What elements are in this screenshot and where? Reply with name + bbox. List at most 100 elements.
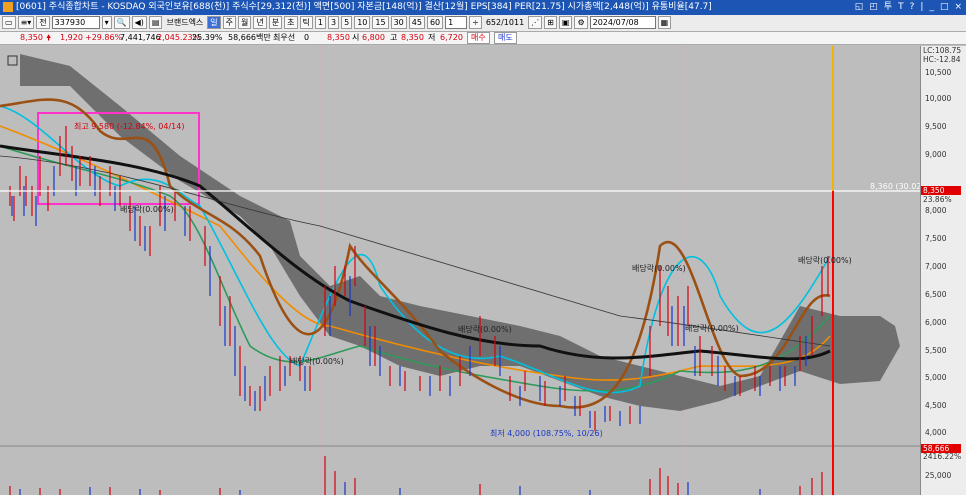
close-icon[interactable]: × [954, 2, 962, 12]
axis-tick: 8,000 [925, 206, 947, 215]
high-annotation: 최고 9,580 (-12.84%, 04/14) [74, 122, 185, 131]
current-percent-tag: 23.86% [923, 195, 952, 204]
high-price: 8,350 [401, 33, 424, 42]
axis-tick: 7,500 [925, 234, 947, 243]
text-icon[interactable]: T [898, 2, 904, 12]
open-label: 시 [352, 33, 360, 42]
axis-tick: 10,000 [925, 94, 952, 103]
window-controls: ◱ ◰ 투 T? | _ □ × [849, 0, 962, 15]
window-title: [0601] 주식종합차트 - KOSDAQ 외국인보유[688(천)] 주식수… [16, 2, 712, 12]
count-input[interactable]: 1 [445, 16, 468, 29]
interval-button-30[interactable]: 30 [390, 16, 407, 29]
volume-percent-tag: 2416.22% [923, 452, 962, 461]
change-percent: +29.86% [85, 33, 123, 42]
volume-axis-tick: 25,000 [925, 471, 952, 480]
hc-label: HC:-12.84 [923, 55, 961, 64]
quote-bar: 8,350 🠝 1,920 +29.86% 7,441,746 2,045.23… [0, 32, 966, 45]
dividend-label-3: 배당락(0.00%) [685, 324, 739, 333]
chart-area[interactable]: 최고 9,580 (-12.84%, 04/14) 최저 4,000 (108.… [0, 46, 932, 495]
price-chart-svg[interactable] [0, 46, 920, 495]
chart-toolbar: ▭ ≡▾ 전 337930 ▾ 🔍 ◀) ▤ 브랜드엑스 일 주 월 년 분 초 틱 1 3 5 10 15 30 45 60… [0, 15, 966, 32]
axis-tick: 5,000 [925, 373, 947, 382]
calendar-icon[interactable]: ▦ [657, 16, 672, 29]
interval-button-10[interactable]: 10 [354, 16, 371, 29]
dividend-label-6: 배당락(0.00%) [120, 205, 174, 214]
interval-button-5[interactable]: 5 [341, 16, 353, 29]
period-button-second[interactable]: 초 [284, 16, 298, 29]
up-arrow-icon: 🠝 [46, 33, 52, 42]
interval-button-15[interactable]: 15 [372, 16, 389, 29]
interval-button-45[interactable]: 45 [408, 16, 425, 29]
buy-button[interactable]: 매수 [467, 32, 490, 44]
lc-label: LC:108.75 [923, 46, 962, 55]
open-price: 6,800 [362, 33, 385, 42]
chart-corner-icon [7, 55, 18, 66]
minimize-icon[interactable]: _ [929, 2, 934, 12]
volume-down [19, 482, 761, 495]
axis-tick: 9,000 [925, 150, 947, 159]
interval-button-60[interactable]: 60 [426, 16, 444, 29]
price-change: 1,920 [60, 33, 83, 42]
dividend-label-1: 배당락(0.00%) [632, 264, 686, 273]
search-icon[interactable]: 🔍 [113, 16, 130, 29]
volume-bars [9, 456, 823, 495]
app-icon [3, 2, 13, 12]
dropdown-icon[interactable]: ▾ [101, 16, 112, 29]
dividend-label-5: 배당락(0.00%) [290, 357, 344, 366]
axis-tick: 6,000 [925, 318, 947, 327]
current-price-tag: 8,350 [921, 186, 961, 195]
axis-tick: 7,000 [925, 262, 947, 271]
high-label: 고 [390, 33, 398, 42]
axis-tick: 6,500 [925, 290, 947, 299]
window-titlebar: [0601] 주식종합차트 - KOSDAQ 외국인보유[688(천)] 주식수… [0, 0, 966, 15]
chart-icon[interactable]: ⋰ [528, 16, 543, 29]
sell-button[interactable]: 매도 [494, 32, 517, 44]
stock-code-input[interactable]: 337930 [51, 16, 100, 29]
menu-icon[interactable]: ▭ [2, 16, 16, 29]
axis-tick: 9,500 [925, 122, 947, 131]
gear-icon[interactable]: ⚙ [574, 16, 588, 29]
invest-icon[interactable]: 투 [884, 2, 892, 12]
priority-label: 최우선 [273, 33, 296, 42]
tag-icon[interactable]: ▤ [148, 16, 163, 29]
axis-tick: 10,500 [925, 68, 952, 77]
zoom-icon[interactable]: ⊞ [544, 16, 557, 29]
list-icon[interactable]: ≡▾ [17, 16, 35, 29]
priority-price: 8,350 [327, 33, 350, 42]
day-button[interactable]: 일 [207, 16, 221, 29]
axis-tick: 4,500 [925, 401, 947, 410]
interval-button-1[interactable]: 1 [314, 16, 327, 29]
axis-tick: 5,500 [925, 346, 947, 355]
period-button-minute[interactable]: 분 [268, 16, 283, 29]
range-display: 652/1011 [485, 18, 525, 27]
period-button-year[interactable]: 년 [253, 16, 267, 29]
volume-up [9, 456, 823, 495]
date-input[interactable]: 2024/07/08 [589, 16, 656, 29]
low-label: 저 [428, 33, 436, 42]
dividend-label-2: 배당락(0.00%) [798, 256, 852, 265]
spin-icon[interactable]: ÷ [469, 16, 482, 29]
period-button-tick[interactable]: 틱 [299, 16, 313, 29]
moving-averages [0, 98, 831, 409]
period-button-month[interactable]: 월 [238, 16, 252, 29]
turnover: 25.39% [192, 33, 223, 42]
restore-icon[interactable]: ◱ [855, 2, 864, 12]
dividend-label-4: 배당락(0.00%) [458, 325, 512, 334]
print-icon[interactable]: ▣ [558, 16, 573, 29]
speaker-icon[interactable]: ◀) [131, 16, 147, 29]
price-axis[interactable]: LC:108.75 HC:-12.84 10,500 10,000 9,500 … [920, 46, 966, 495]
low-price: 6,720 [440, 33, 463, 42]
stock-name-tag[interactable]: 브랜드엑스 [164, 17, 205, 28]
tile-icon[interactable]: ◰ [869, 2, 878, 12]
maximize-icon[interactable]: □ [940, 2, 949, 12]
low-annotation: 최저 4,000 (108.75%, 10/26) [490, 429, 603, 438]
axis-tick: 4,000 [925, 428, 947, 437]
period-select[interactable]: 전 [36, 16, 50, 29]
interval-button-3[interactable]: 3 [328, 16, 340, 29]
current-price: 8,350 [20, 33, 43, 42]
volume: 7,441,746 [120, 33, 161, 42]
help-icon[interactable]: ? [910, 2, 915, 12]
priority-value: 0 [304, 33, 310, 42]
period-button-week[interactable]: 주 [222, 16, 237, 29]
trade-amount: 58,666백만 [228, 33, 271, 42]
